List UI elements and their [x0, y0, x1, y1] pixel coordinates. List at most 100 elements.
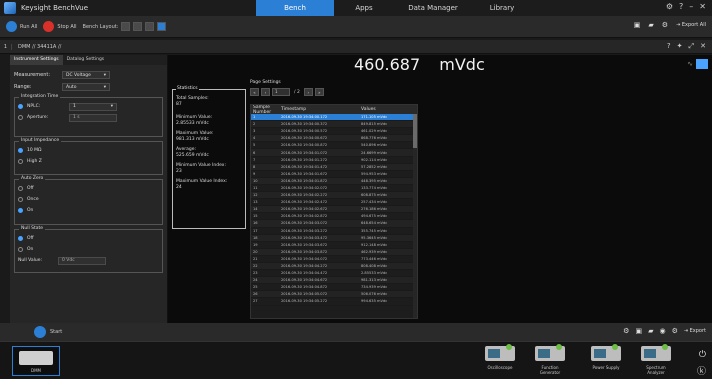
- integration-time-group: Integration Time NPLC: 1 ▾ Aperture: 1 s: [14, 94, 163, 137]
- table-row[interactable]: 17 2016-09-30 19:34:03.272 355.745 mVdc: [251, 228, 417, 235]
- stop-all-button[interactable]: Stop All: [43, 21, 77, 32]
- tab-instrument-settings[interactable]: Instrument Settings: [10, 55, 63, 65]
- auto-zero-group: Auto Zero Off Once On: [14, 176, 163, 225]
- tab-apps[interactable]: Apps: [334, 0, 394, 16]
- table-row[interactable]: 15 2016-09-30 19:34:02.872 494.675 mVdc: [251, 213, 417, 221]
- range-select[interactable]: Auto ▾: [62, 83, 110, 91]
- table-row[interactable]: 5 2016-09-30 19:34:00.872 540.896 mVdc: [251, 142, 417, 150]
- tab-bench[interactable]: Bench: [256, 0, 334, 16]
- table-row[interactable]: 7 2016-09-30 19:34:01.272 902.114 mVdc: [251, 157, 417, 164]
- settings-icon[interactable]: ⚙: [662, 21, 668, 29]
- table-row[interactable]: 19 2016-09-30 19:34:03.672 912.148 mVdc: [251, 242, 417, 249]
- folder-icon[interactable]: ▰: [648, 21, 653, 29]
- table-row[interactable]: 16 2016-09-30 19:34:03.072 648.654 mVdc: [251, 220, 417, 228]
- settings-tabs: Instrument Settings Datalog Settings: [10, 55, 167, 65]
- aperture-radio[interactable]: [18, 115, 23, 120]
- help-icon[interactable]: ?: [679, 2, 683, 11]
- spectrum-analyzer-tile[interactable]: Spectrum Analyzer: [638, 344, 674, 375]
- first-page-button[interactable]: «: [250, 88, 259, 96]
- table-row[interactable]: 25 2016-09-30 19:34:04.872 734.939 mVdc: [251, 284, 417, 292]
- power-icon[interactable]: ⏻: [699, 350, 706, 360]
- tab-library[interactable]: Library: [472, 0, 532, 16]
- sample-number: 22: [253, 264, 258, 269]
- table-row[interactable]: 13 2016-09-30 19:34:02.472 257.434 mVdc: [251, 199, 417, 207]
- gear-icon[interactable]: ⚙: [672, 327, 678, 335]
- start-button[interactable]: [34, 326, 46, 338]
- help-icon[interactable]: ?: [667, 42, 671, 51]
- prev-page-button[interactable]: ‹: [261, 88, 270, 96]
- value: 133.774 mVdc: [361, 185, 388, 190]
- sample-number: 24: [253, 278, 258, 283]
- table-view-icon[interactable]: [696, 59, 708, 69]
- auto-zero-once-radio[interactable]: [18, 197, 23, 202]
- layout-option-4[interactable]: [157, 22, 167, 31]
- table-row[interactable]: 23 2016-09-30 19:34:04.472 2.85533 mVdc: [251, 270, 417, 278]
- table-row[interactable]: 11 2016-09-30 19:34:02.072 133.774 mVdc: [251, 185, 417, 193]
- table-row[interactable]: 9 2016-09-30 19:34:01.672 594.953 mVdc: [251, 171, 417, 178]
- pin-icon[interactable]: ✦: [677, 42, 683, 51]
- dmm-device-tile[interactable]: DMM: [12, 346, 60, 376]
- auto-zero-off-radio[interactable]: [18, 186, 23, 191]
- layout-option-2[interactable]: [133, 22, 143, 31]
- export-all-button[interactable]: ⇥ Export All: [676, 22, 706, 28]
- impedance-10m-radio[interactable]: [18, 148, 23, 153]
- sample-number: 7: [253, 157, 256, 162]
- close-icon[interactable]: ✕: [700, 42, 706, 51]
- aperture-input[interactable]: 1 s: [69, 113, 117, 122]
- measurement-select[interactable]: DC Voltage ▾: [62, 71, 110, 79]
- tab-datalog-settings[interactable]: Datalog Settings: [63, 55, 109, 65]
- table-row[interactable]: 1 2016-09-30 19:34:00.172 171.105 mVdc: [251, 114, 417, 122]
- top-navigation: Bench Apps Data Manager Library: [256, 0, 532, 16]
- play-icon: [6, 21, 17, 32]
- table-row[interactable]: 3 2016-09-30 19:34:00.572 461.029 mVdc: [251, 128, 417, 136]
- table-row[interactable]: 4 2016-09-30 19:34:00.672 868.776 mVdc: [251, 135, 417, 143]
- auto-zero-on-radio[interactable]: [18, 208, 23, 213]
- sample-number: 17: [253, 228, 258, 233]
- settings-icon[interactable]: ⚙: [623, 327, 629, 335]
- table-row[interactable]: 18 2016-09-30 19:34:03.472 95.3645 mVdc: [251, 234, 417, 242]
- range-label: Range:: [14, 84, 32, 90]
- export-button[interactable]: ⇥ Export: [684, 328, 706, 334]
- page-number-input[interactable]: 1: [272, 88, 290, 96]
- gear-icon[interactable]: ⚙: [666, 2, 673, 11]
- layout-option-1[interactable]: [121, 22, 131, 31]
- oscilloscope-tile[interactable]: Oscilloscope: [482, 344, 518, 374]
- null-on-radio[interactable]: [18, 247, 23, 252]
- table-row[interactable]: 6 2016-09-30 19:34:01.072 24.6699 mVdc: [251, 149, 417, 157]
- save-icon[interactable]: ▣: [635, 327, 642, 335]
- last-page-button[interactable]: »: [314, 88, 324, 96]
- timestamp: 2016-09-30 19:34:03.272: [281, 228, 328, 233]
- chart-view-icon[interactable]: ∿: [687, 60, 693, 68]
- table-row[interactable]: 10 2016-09-30 19:34:01.872 448.395 mVdc: [251, 177, 417, 185]
- expand-icon[interactable]: ⤢: [689, 42, 695, 51]
- tab-data-manager[interactable]: Data Manager: [394, 0, 472, 16]
- run-all-button[interactable]: Run All: [6, 21, 37, 32]
- null-value-input[interactable]: 0 Vdc: [58, 256, 106, 265]
- nplc-select[interactable]: 1 ▾: [69, 102, 117, 111]
- table-row[interactable]: 27 2016-09-30 19:34:05.272 994.635 mVdc: [251, 298, 417, 306]
- power-supply-tile[interactable]: Power Supply: [588, 344, 624, 374]
- table-row[interactable]: 26 2016-09-30 19:34:05.072 506.076 mVdc: [251, 291, 417, 299]
- layout-option-3[interactable]: [145, 22, 155, 31]
- table-row[interactable]: 2 2016-09-30 19:34:00.372 849.815 mVdc: [251, 121, 417, 129]
- minimize-icon[interactable]: –: [689, 2, 693, 11]
- record-icon[interactable]: ◉: [659, 327, 665, 335]
- table-row[interactable]: 8 2016-09-30 19:34:01.472 57.2852 mVdc: [251, 163, 417, 171]
- null-off-radio[interactable]: [18, 236, 23, 241]
- function-generator-tile[interactable]: Function Generator: [532, 344, 568, 375]
- save-icon[interactable]: ▣: [634, 21, 641, 29]
- impedance-highz-radio[interactable]: [18, 159, 23, 164]
- table-row[interactable]: 22 2016-09-30 19:34:04.272 808.408 mVdc: [251, 262, 417, 271]
- table-row[interactable]: 20 2016-09-30 19:34:03.872 462.939 mVdc: [251, 248, 417, 256]
- nplc-radio[interactable]: [18, 104, 23, 109]
- measurement-reading: 460.687 mVdc: [354, 55, 485, 74]
- table-row[interactable]: 24 2016-09-30 19:34:04.672 981.313 mVdc: [251, 277, 417, 285]
- next-page-button[interactable]: ›: [303, 88, 313, 96]
- table-scrollbar[interactable]: [413, 114, 417, 318]
- value: 2.85533 mVdc: [361, 271, 388, 276]
- table-row[interactable]: 14 2016-09-30 19:34:02.672 276.186 mVdc: [251, 206, 417, 214]
- folder-icon[interactable]: ▰: [648, 327, 653, 335]
- close-icon[interactable]: ✕: [699, 2, 706, 11]
- table-row[interactable]: 12 2016-09-30 19:34:02.272 608.875 mVdc: [251, 192, 417, 200]
- table-row[interactable]: 21 2016-09-30 19:34:04.072 773.446 mVdc: [251, 256, 417, 263]
